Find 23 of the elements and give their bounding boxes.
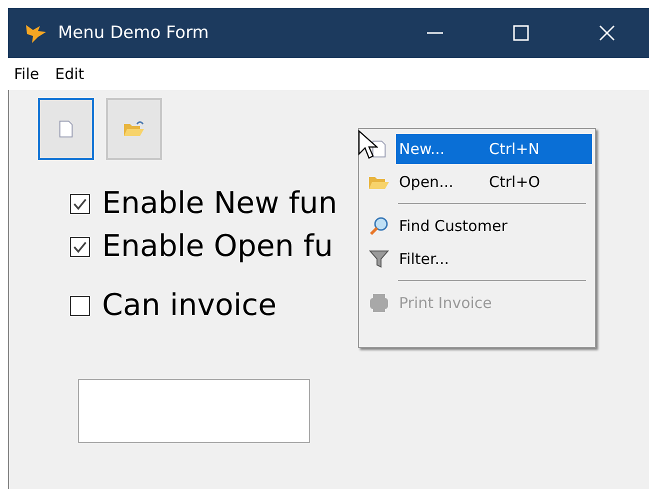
window-title: Menu Demo Form [58,23,209,43]
menu-item[interactable]: Edit [55,65,84,83]
funnel-icon [369,248,389,268]
close-icon[interactable] [599,25,615,41]
document-icon [59,120,73,138]
printer-icon [368,292,390,312]
checkbox[interactable] [70,236,90,256]
checkbox[interactable] [70,194,90,214]
checkbox-label: Enable Open fu [102,229,333,264]
menu-item[interactable]: New... Ctrl+N [396,134,592,164]
menu-item[interactable]: File [14,65,40,83]
folder-icon [123,120,145,138]
document-icon [372,140,386,158]
menu-item[interactable]: Open... Ctrl+O [396,166,592,196]
checkbox[interactable] [70,296,90,316]
magnifier-icon [369,216,389,236]
checkbox-label: Enable New fun [102,186,338,221]
menu-item[interactable]: Filter... [396,244,592,274]
menu-item[interactable]: Find Customer [396,210,592,240]
new-document-button[interactable] [38,98,94,160]
checkbox-label: Can invoice [102,288,277,323]
text-field[interactable] [78,379,310,443]
maximize-icon[interactable] [513,25,529,41]
